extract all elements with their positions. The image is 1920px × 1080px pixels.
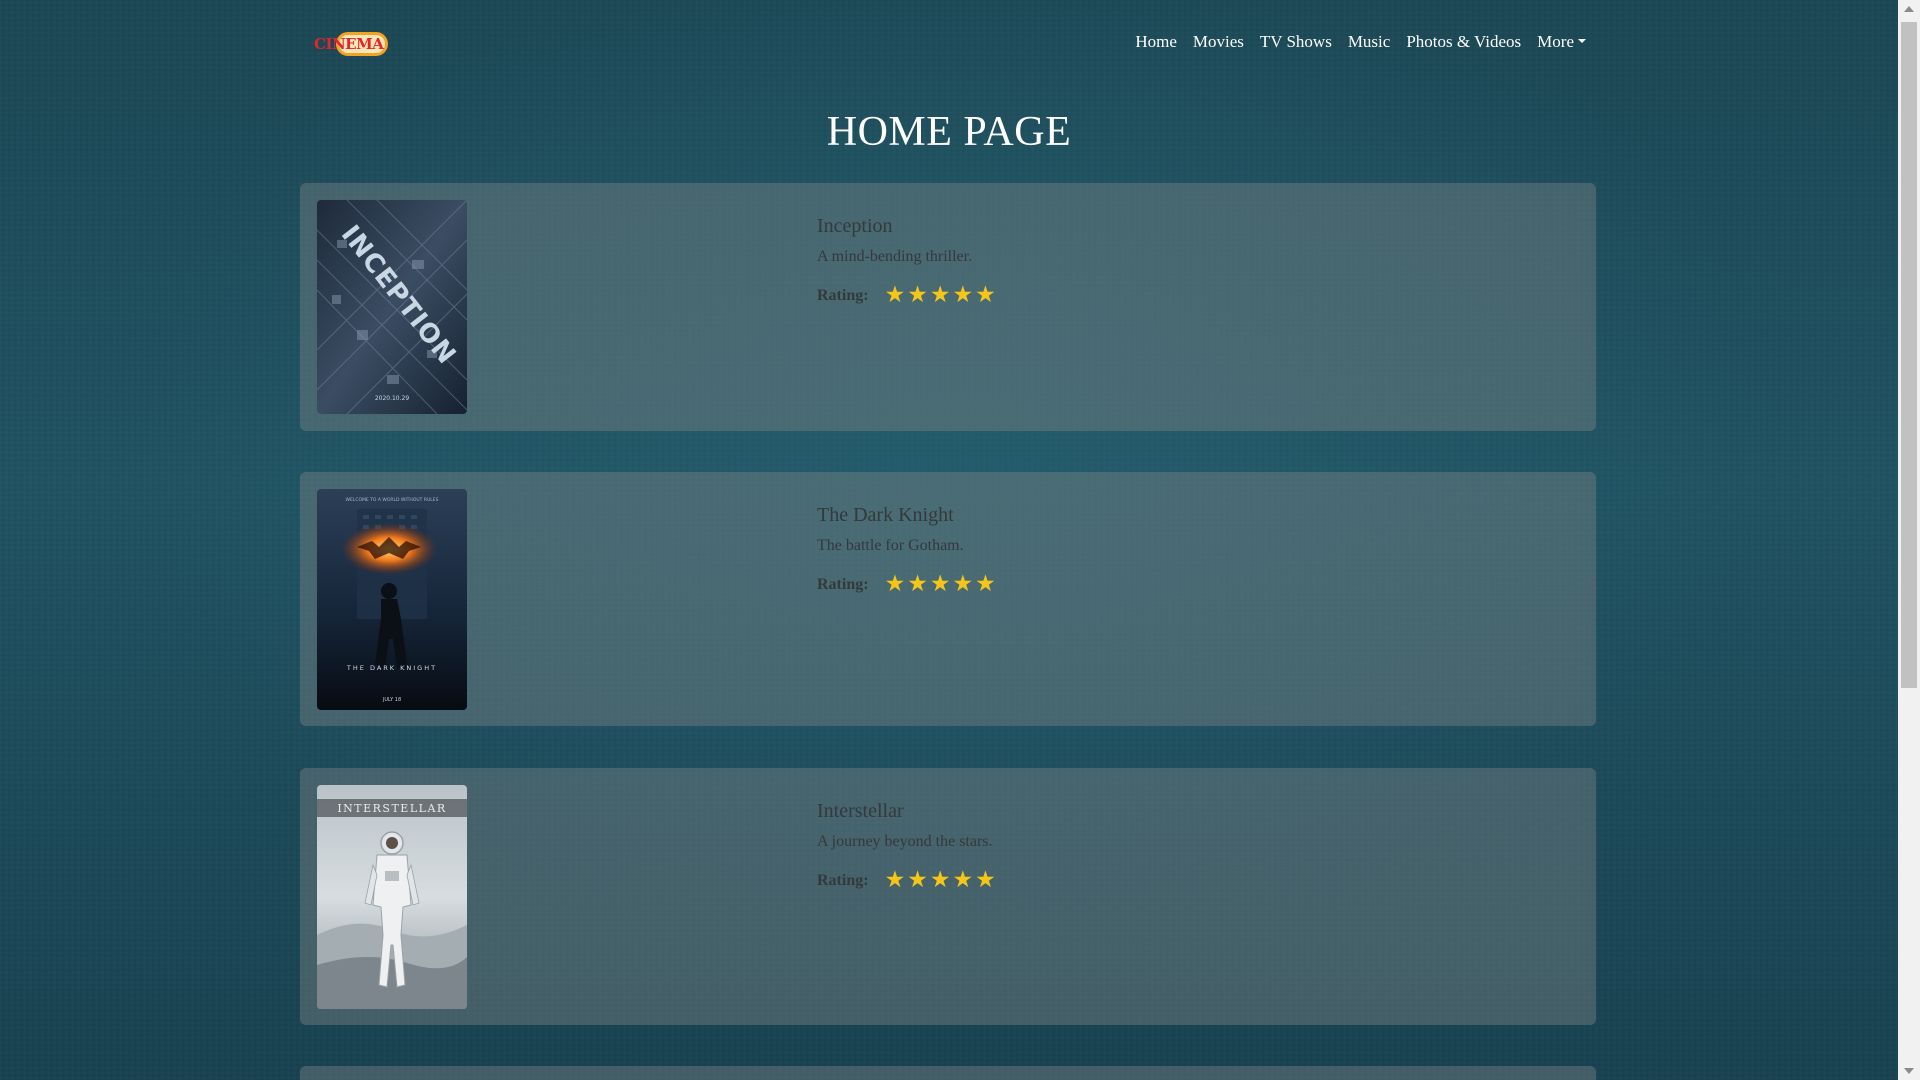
svg-text:2020.10.29: 2020.10.29 bbox=[375, 395, 410, 402]
poster-dark-knight[interactable]: WELCOME TO A WORLD WITHOUT RULES THE DAR… bbox=[317, 489, 467, 710]
cinema-logo[interactable]: CINEMA bbox=[314, 30, 390, 58]
star-icon[interactable]: ★ bbox=[975, 869, 996, 892]
page-title: HOME PAGE bbox=[826, 109, 1072, 155]
star-icon[interactable]: ★ bbox=[907, 284, 928, 307]
logo-text: CINEMA bbox=[314, 35, 384, 53]
card-body: The Dark Knight The battle for Gotham. R… bbox=[817, 504, 996, 596]
movie-description: A journey beyond the stars. bbox=[817, 833, 993, 850]
caret-down-icon bbox=[1578, 39, 1586, 44]
navbar: CINEMA Home Movies TV Shows Music Photos… bbox=[300, 22, 1596, 64]
nav-movies[interactable]: Movies bbox=[1193, 32, 1244, 52]
movie-description: A mind-bending thriller. bbox=[817, 248, 973, 265]
rating-row: Rating: ★ ★ ★ ★ ★ bbox=[817, 573, 996, 596]
nav-more-dropdown[interactable]: More bbox=[1537, 32, 1586, 52]
rating-stars: ★ ★ ★ ★ ★ bbox=[885, 573, 996, 596]
star-icon[interactable]: ★ bbox=[885, 869, 906, 892]
movie-title[interactable]: Interstellar bbox=[817, 800, 996, 823]
star-icon[interactable]: ★ bbox=[952, 869, 973, 892]
rating-label: Rating: bbox=[817, 871, 869, 889]
poster-dark-knight-title: THE DARK KNIGHT bbox=[346, 664, 437, 672]
star-icon[interactable]: ★ bbox=[930, 284, 951, 307]
poster-inception[interactable]: INCEPTION 2020.10.29 bbox=[317, 200, 467, 414]
movie-card-inception: INCEPTION 2020.10.29 Inception A mind-be… bbox=[300, 183, 1596, 431]
nav-photos-videos[interactable]: Photos & Videos bbox=[1406, 32, 1521, 52]
nav-home[interactable]: Home bbox=[1135, 32, 1177, 52]
rating-label: Rating: bbox=[817, 286, 869, 304]
card-body: Interstellar A journey beyond the stars.… bbox=[817, 800, 996, 892]
poster-interstellar-title: INTERSTELLAR bbox=[337, 802, 446, 815]
rating-row: Rating: ★ ★ ★ ★ ★ bbox=[817, 869, 996, 892]
viewport: CINEMA Home Movies TV Shows Music Photos… bbox=[0, 0, 1898, 1080]
star-icon[interactable]: ★ bbox=[975, 573, 996, 596]
rating-stars: ★ ★ ★ ★ ★ bbox=[885, 284, 996, 307]
nav-tv-shows[interactable]: TV Shows bbox=[1260, 32, 1332, 52]
movie-card-interstellar: INTERSTELLAR Interstellar A journey beyo… bbox=[300, 768, 1596, 1025]
movie-title[interactable]: The Dark Knight bbox=[817, 504, 996, 527]
scroll-up-arrow-icon[interactable] bbox=[1898, 0, 1920, 20]
svg-text:JULY 18: JULY 18 bbox=[382, 697, 401, 703]
vertical-scrollbar[interactable] bbox=[1898, 0, 1920, 1080]
scrollbar-thumb[interactable] bbox=[1901, 22, 1917, 688]
movie-title[interactable]: Inception bbox=[817, 215, 996, 238]
star-icon[interactable]: ★ bbox=[975, 284, 996, 307]
scroll-down-arrow-icon[interactable] bbox=[1898, 1060, 1920, 1080]
star-icon[interactable]: ★ bbox=[907, 573, 928, 596]
movie-description: The battle for Gotham. bbox=[817, 537, 964, 554]
movie-card-partial bbox=[300, 1066, 1596, 1080]
card-body: Inception A mind-bending thriller. Ratin… bbox=[817, 215, 996, 307]
star-icon[interactable]: ★ bbox=[885, 573, 906, 596]
poster-interstellar[interactable]: INTERSTELLAR bbox=[317, 785, 467, 1009]
star-icon[interactable]: ★ bbox=[930, 573, 951, 596]
star-icon[interactable]: ★ bbox=[930, 869, 951, 892]
star-icon[interactable]: ★ bbox=[885, 284, 906, 307]
star-icon[interactable]: ★ bbox=[952, 573, 973, 596]
rating-row: Rating: ★ ★ ★ ★ ★ bbox=[817, 284, 996, 307]
rating-label: Rating: bbox=[817, 575, 869, 593]
star-icon[interactable]: ★ bbox=[907, 869, 928, 892]
star-icon[interactable]: ★ bbox=[952, 284, 973, 307]
nav-links: Home Movies TV Shows Music Photos & Vide… bbox=[1135, 32, 1586, 52]
nav-music[interactable]: Music bbox=[1348, 32, 1391, 52]
nav-more-label: More bbox=[1537, 32, 1574, 51]
movie-card-dark-knight: WELCOME TO A WORLD WITHOUT RULES THE DAR… bbox=[300, 472, 1596, 726]
rating-stars: ★ ★ ★ ★ ★ bbox=[885, 869, 996, 892]
svg-text:WELCOME TO A WORLD WITHOUT RUL: WELCOME TO A WORLD WITHOUT RULES bbox=[346, 497, 439, 503]
